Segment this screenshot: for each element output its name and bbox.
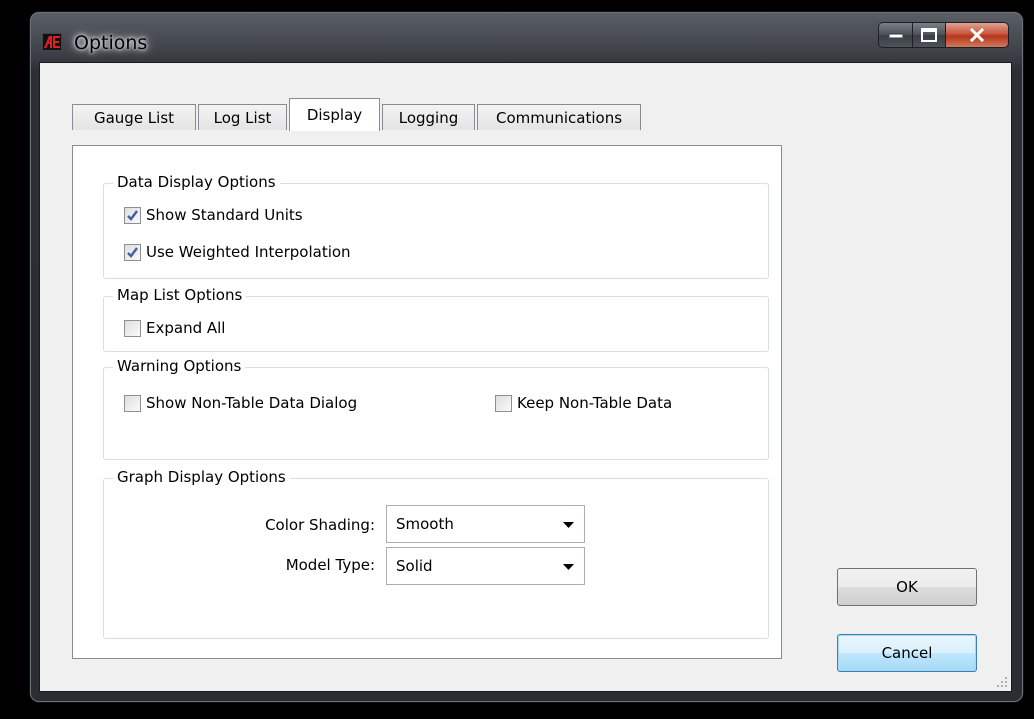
- minimize-icon: [888, 33, 903, 38]
- maximize-button[interactable]: [913, 22, 946, 48]
- checkbox-unchecked-icon: [124, 319, 141, 337]
- checkbox-label: Expand All: [146, 319, 226, 337]
- tab-gauge-list[interactable]: Gauge List: [72, 104, 196, 130]
- checkbox-checked-icon: [124, 206, 141, 224]
- checkbox-label: Show Standard Units: [146, 206, 303, 224]
- checkbox-label: Keep Non-Table Data: [517, 394, 673, 412]
- close-button[interactable]: [946, 22, 1009, 48]
- color-shading-dropdown[interactable]: Smooth: [386, 505, 585, 543]
- dropdown-value: Smooth: [396, 515, 454, 533]
- group-label: Graph Display Options: [113, 468, 290, 486]
- checkbox-label: Use Weighted Interpolation: [146, 243, 351, 261]
- tab-log-list[interactable]: Log List: [198, 104, 287, 130]
- map-list-options-group: Map List Options Expand All: [103, 286, 769, 352]
- group-label: Map List Options: [113, 286, 247, 304]
- checkbox-unchecked-icon: [124, 394, 141, 412]
- app-logo-icon: [42, 33, 62, 51]
- window-title: Options: [74, 32, 148, 54]
- resize-grip-icon[interactable]: [996, 676, 1008, 688]
- checkbox-label: Show Non-Table Data Dialog: [146, 394, 358, 412]
- minimize-button[interactable]: [878, 22, 913, 48]
- use-weighted-interpolation-checkbox[interactable]: Use Weighted Interpolation: [124, 243, 351, 261]
- model-type-label: Model Type:: [285, 556, 375, 574]
- tab-display[interactable]: Display: [289, 98, 380, 131]
- dialog-client-area: Gauge List Log List Display Logging Comm…: [39, 62, 1012, 692]
- data-display-options-group: Data Display Options Show Standard Units…: [103, 173, 769, 279]
- chevron-down-icon: [563, 564, 574, 570]
- checkbox-checked-icon: [124, 243, 141, 261]
- group-label: Data Display Options: [113, 173, 280, 191]
- graph-display-options-group: Graph Display Options Color Shading: Smo…: [103, 468, 769, 639]
- display-tab-panel: Data Display Options Show Standard Units…: [72, 145, 782, 659]
- model-type-dropdown[interactable]: Solid: [386, 547, 585, 585]
- tab-communications[interactable]: Communications: [477, 104, 641, 130]
- cancel-button[interactable]: Cancel: [837, 634, 977, 672]
- show-non-table-data-dialog-checkbox[interactable]: Show Non-Table Data Dialog: [124, 394, 357, 412]
- expand-all-checkbox[interactable]: Expand All: [124, 319, 225, 337]
- keep-non-table-data-checkbox[interactable]: Keep Non-Table Data: [495, 394, 672, 412]
- tab-logging[interactable]: Logging: [382, 104, 475, 130]
- show-standard-units-checkbox[interactable]: Show Standard Units: [124, 206, 303, 224]
- dropdown-value: Solid: [396, 557, 433, 575]
- chevron-down-icon: [563, 522, 574, 528]
- group-label: Warning Options: [113, 357, 246, 375]
- options-window: Options Gauge List Log List Display Logg…: [30, 12, 1023, 702]
- color-shading-label: Color Shading:: [265, 516, 375, 534]
- close-icon: [969, 28, 985, 42]
- warning-options-group: Warning Options Show Non-Table Data Dial…: [103, 357, 769, 460]
- checkbox-unchecked-icon: [495, 394, 512, 412]
- caption-buttons: [878, 22, 1009, 48]
- ok-button[interactable]: OK: [837, 568, 977, 606]
- maximize-icon: [921, 28, 937, 42]
